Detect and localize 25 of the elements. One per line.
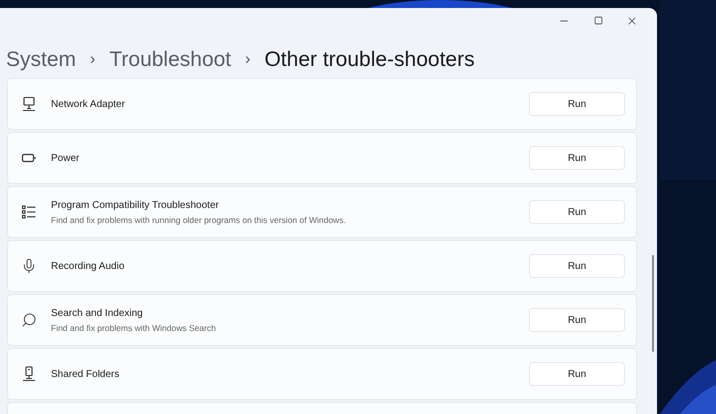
maximize-icon (594, 16, 602, 25)
troubleshooter-description: Find and fix problems with running older programs on this version of Windows. (51, 214, 347, 226)
list-icon (21, 204, 37, 220)
troubleshooter-title: Search and Indexing (51, 306, 144, 321)
run-button[interactable]: Run (529, 200, 625, 224)
search-icon (21, 312, 37, 328)
run-button[interactable]: Run (529, 254, 625, 278)
troubleshooter-title: Recording Audio (51, 260, 126, 274)
breadcrumb-link[interactable]: Troubleshoot (109, 44, 232, 76)
troubleshooter-title: Shared Folders (51, 368, 120, 382)
run-button[interactable]: Run (529, 308, 625, 332)
troubleshooter-title: Network Adapter (51, 98, 126, 112)
run-button[interactable]: Run (529, 146, 625, 170)
page-title: Other trouble-shooters (264, 47, 475, 74)
breadcrumb-link[interactable]: System (6, 44, 76, 76)
microphone-icon (21, 258, 37, 274)
breadcrumb-separator: › (90, 50, 96, 70)
run-button[interactable]: Run (529, 362, 625, 386)
troubleshooter-title: Power (51, 152, 80, 166)
breadcrumb-separator: › (245, 50, 250, 70)
troubleshooter-title: Program Compatibility Troubleshooter (51, 198, 220, 213)
troubleshooter-description: Find and fix problems with Windows Search (51, 322, 217, 334)
computer-icon (21, 96, 37, 112)
device-icon (21, 366, 37, 382)
run-button[interactable]: Run (529, 92, 625, 116)
